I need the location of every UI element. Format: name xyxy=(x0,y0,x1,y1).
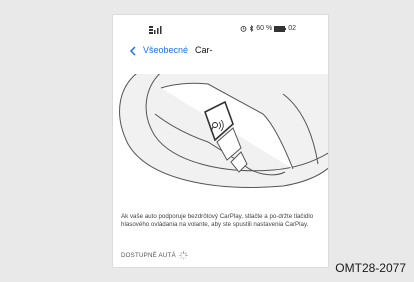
status-left xyxy=(149,26,163,34)
status-bar: 60 % 02 xyxy=(113,15,328,39)
cellular-signal-icon xyxy=(149,26,162,34)
status-right: 60 % 02 xyxy=(240,25,296,32)
available-cars-label: DOSTUPNÉ AUTÁ xyxy=(121,252,176,259)
phone-screen: 60 % 02 Všeobecné Car- Ak vaše auto podp… xyxy=(112,14,329,268)
alarm-icon xyxy=(240,25,247,32)
bluetooth-icon xyxy=(250,25,254,32)
chevron-left-icon[interactable] xyxy=(129,46,137,56)
back-button[interactable]: Všeobecné xyxy=(143,45,188,55)
available-cars-header: DOSTUPNÉ AUTÁ xyxy=(121,251,188,260)
status-time: 02 xyxy=(288,25,296,32)
loading-spinner-icon xyxy=(179,251,188,260)
steering-wheel-illustration xyxy=(113,68,328,190)
instruction-text: Ak vaše auto podporuje bezdrôtový CarPla… xyxy=(121,213,314,229)
navigation-bar: Všeobecné Car- xyxy=(113,41,328,61)
figure-reference-code: OMT28-2077 xyxy=(335,261,406,275)
battery-icon xyxy=(274,25,287,32)
page-title: Car- xyxy=(195,45,213,55)
battery-percent: 60 % xyxy=(256,25,273,32)
